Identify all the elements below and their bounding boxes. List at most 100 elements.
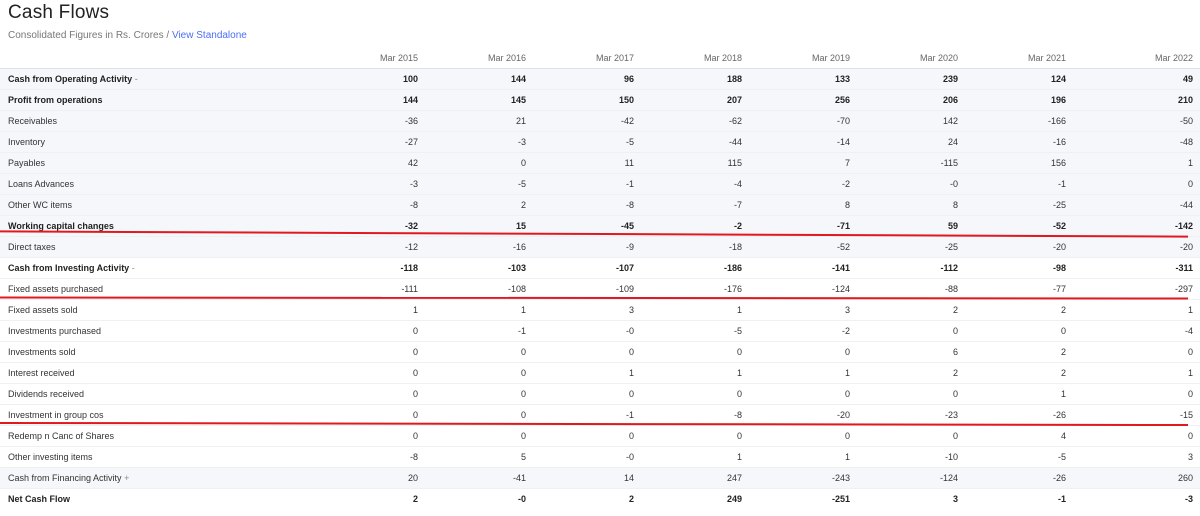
table-cell: 8 <box>857 194 965 216</box>
row-label[interactable]: Cash from Operating Activity - <box>0 68 203 90</box>
table-cell: -8 <box>203 194 425 216</box>
table-cell: -5 <box>733 326 742 336</box>
table-cell: -10 <box>944 452 958 462</box>
table-cell: 1 <box>1073 152 1200 174</box>
table-cell: -50 <box>1073 110 1200 132</box>
table-cell: 0 <box>628 431 634 441</box>
table-cell: 4 <box>1060 431 1066 441</box>
table-cell: 0 <box>1187 347 1193 357</box>
row-label-text: Receivables <box>8 116 58 126</box>
table-cell: 2 <box>425 194 533 216</box>
row-label: Interest received <box>0 363 203 384</box>
row-label: Investments purchased <box>0 321 203 342</box>
column-header: Mar 2022 <box>1154 53 1193 63</box>
column-header: Mar 2019 <box>811 53 850 63</box>
table-cell: 0 <box>520 431 526 441</box>
table-cell: 0 <box>412 431 418 441</box>
table-cell: -3 <box>203 173 425 195</box>
row-label-text: Cash from Financing Activity <box>8 473 122 483</box>
table-cell: 256 <box>749 89 857 111</box>
table-cell: -142 <box>1073 215 1200 237</box>
table-cell: -36 <box>203 110 425 132</box>
profit-from-operations-row: Profit from operations 144 145 150 207 256 206… <box>0 89 1200 111</box>
table-cell: -1 <box>517 326 526 336</box>
row-label: Profit from operations <box>0 89 203 111</box>
table-cell: 3 <box>628 305 634 315</box>
row-label-text: Other investing items <box>8 452 93 462</box>
loans-advances-row: Loans Advances -3 -5 -1 -4 -2 -0 -1 0 <box>0 173 1200 195</box>
table-cell: 1 <box>844 452 850 462</box>
table-cell: 8 <box>749 194 857 216</box>
table-cell: 133 <box>749 68 857 90</box>
table-cell: 2 <box>412 494 418 505</box>
fixed-assets-sold-row: Fixed assets sold 1 1 3 1 3 2 2 1 <box>0 299 1200 321</box>
table-cell: -251 <box>831 494 850 505</box>
table-cell: 144 <box>203 89 425 111</box>
column-header: Mar 2016 <box>487 53 526 63</box>
cash-from-financing-activity-row[interactable]: Cash from Financing Activity +20 -41 14 247… <box>0 467 1200 489</box>
table-cell: -1 <box>533 173 641 195</box>
row-label: Redemp n Canc of Shares <box>0 426 203 447</box>
row-label-text: Payables <box>8 158 46 168</box>
column-header: Mar 2018 <box>703 53 742 63</box>
table-cell: -27 <box>203 131 425 153</box>
table-cell: 49 <box>1073 68 1200 90</box>
table-cell: -0 <box>517 494 526 505</box>
row-label-text: Investment in group cos <box>8 410 104 420</box>
table-cell: 24 <box>857 131 965 153</box>
table-cell: -3 <box>425 131 533 153</box>
table-cell: -26 <box>965 467 1073 489</box>
table-cell: -16 <box>965 131 1073 153</box>
row-label[interactable]: Cash from Investing Activity - <box>0 258 203 279</box>
table-cell: -14 <box>749 131 857 153</box>
collapse-toggle[interactable]: - <box>135 74 138 84</box>
table-cell: -52 <box>749 236 857 258</box>
table-cell: 0 <box>844 431 850 441</box>
table-cell: 0 <box>952 326 958 336</box>
table-cell: 1 <box>520 305 526 315</box>
table-cell: 2 <box>628 494 634 505</box>
table-cell: 3 <box>952 494 958 505</box>
table-cell: 100 <box>203 68 425 90</box>
cash-from-operating-activity-row[interactable]: Cash from Operating Activity -100 144 96 18… <box>0 68 1200 90</box>
table-cell: -141 <box>831 263 850 273</box>
table-cell: 3 <box>844 305 850 315</box>
table-cell: 0 <box>520 368 526 378</box>
row-label: Payables <box>0 152 203 174</box>
table-cell: -20 <box>965 236 1073 258</box>
table-cell: 196 <box>965 89 1073 111</box>
row-label-text: Interest received <box>8 368 75 378</box>
view-standalone-link[interactable]: View Standalone <box>172 30 247 41</box>
table-cell: -4 <box>641 173 749 195</box>
table-cell: 0 <box>520 389 526 399</box>
table-cell: 124 <box>965 68 1073 90</box>
table-cell: -0 <box>625 326 634 336</box>
table-cell: -48 <box>1073 131 1200 153</box>
row-label-text: Investments sold <box>8 347 76 357</box>
receivables-row: Receivables -36 21 -42 -62 -70 142 -166 -50 <box>0 110 1200 132</box>
table-cell: 0 <box>628 347 634 357</box>
table-cell: -2 <box>841 326 850 336</box>
table-cell: 2 <box>952 305 958 315</box>
table-cell: -0 <box>625 452 634 462</box>
column-header <box>0 48 203 69</box>
table-cell: 21 <box>425 110 533 132</box>
cash-from-investing-activity-row[interactable]: Cash from Investing Activity - -118 -103 -1… <box>0 257 1200 279</box>
dividends-received-row: Dividends received 0 0 0 0 0 0 1 0 <box>0 383 1200 405</box>
table-cell: 1 <box>1060 389 1066 399</box>
row-label: Fixed assets sold <box>0 300 203 321</box>
row-label-text: Cash from Investing Activity <box>8 263 130 273</box>
collapse-toggle[interactable]: - <box>132 263 135 273</box>
expand-toggle[interactable]: + <box>124 473 129 483</box>
table-cell: -12 <box>203 236 425 258</box>
table-cell: 239 <box>857 68 965 90</box>
row-label-text: Redemp n Canc of Shares <box>8 431 115 441</box>
table-cell: 188 <box>641 68 749 90</box>
table-cell: -311 <box>1175 263 1193 273</box>
table-cell: -44 <box>641 131 749 153</box>
row-label[interactable]: Cash from Financing Activity + <box>0 467 203 489</box>
row-label-text: Fixed assets sold <box>8 305 78 315</box>
table-cell: 156 <box>965 152 1073 174</box>
table-cell: 0 <box>952 431 958 441</box>
table-cell: 150 <box>533 89 641 111</box>
